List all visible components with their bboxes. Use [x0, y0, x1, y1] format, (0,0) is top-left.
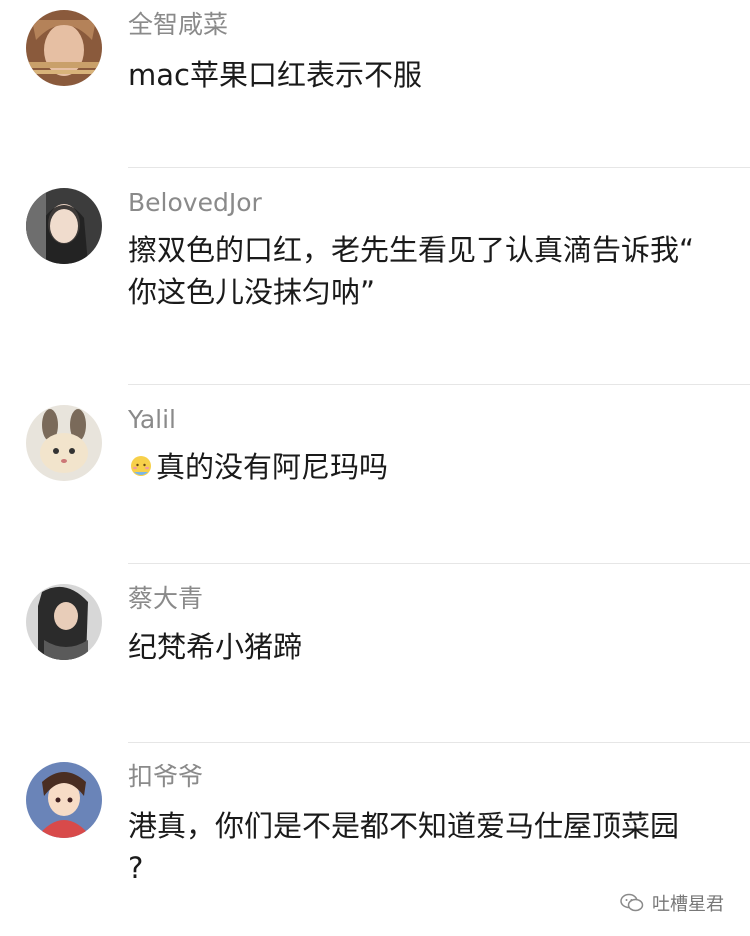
comment-text-line-text: 真的没有阿尼玛吗 — [156, 450, 389, 484]
divider — [128, 563, 750, 564]
divider — [128, 384, 750, 385]
wechat-icon — [620, 893, 644, 912]
comment-username: Yalil — [128, 405, 176, 434]
comment-username: 扣爷爷 — [128, 762, 204, 791]
comment-text-line: 真的没有阿尼玛吗 — [128, 446, 728, 488]
blushing-face-icon — [131, 456, 151, 476]
comment-username: 全智咸菜 — [128, 10, 229, 39]
comment-text: 真的没有阿尼玛吗 — [128, 446, 728, 488]
avatar[interactable] — [26, 188, 102, 264]
comment-text-line: mac苹果口红表示不服 — [128, 58, 422, 92]
comment-text: 擦双色的口红，老先生看见了认真滴告诉我“ 你这色儿没抹匀呐” — [128, 229, 728, 313]
avatar[interactable] — [26, 584, 102, 660]
comment-text: mac苹果口红表示不服 — [128, 54, 728, 96]
comment-username: BelovedJor — [128, 188, 262, 217]
avatar[interactable] — [26, 405, 102, 481]
divider — [128, 742, 750, 743]
comment-username: 蔡大青 — [128, 584, 204, 613]
comment-text-line: 港真，你们是不是都不知道爱马仕屋顶菜园 — [128, 809, 680, 843]
comment-text-line: 擦双色的口红，老先生看见了认真滴告诉我“ — [128, 233, 695, 267]
comment-text: 纪梵希小猪蹄 — [128, 626, 728, 668]
avatar[interactable] — [26, 10, 102, 86]
divider — [128, 167, 750, 168]
watermark: 吐槽星君 — [620, 890, 724, 916]
comment-text: 港真，你们是不是都不知道爱马仕屋顶菜园 ? — [128, 805, 728, 889]
comment-text-line: 纪梵希小猪蹄 — [128, 630, 303, 664]
watermark-text: 吐槽星君 — [652, 894, 724, 915]
avatar[interactable] — [26, 762, 102, 838]
comment-text-line: 你这色儿没抹匀呐” — [128, 275, 376, 309]
comment-text-line: ? — [128, 851, 144, 885]
